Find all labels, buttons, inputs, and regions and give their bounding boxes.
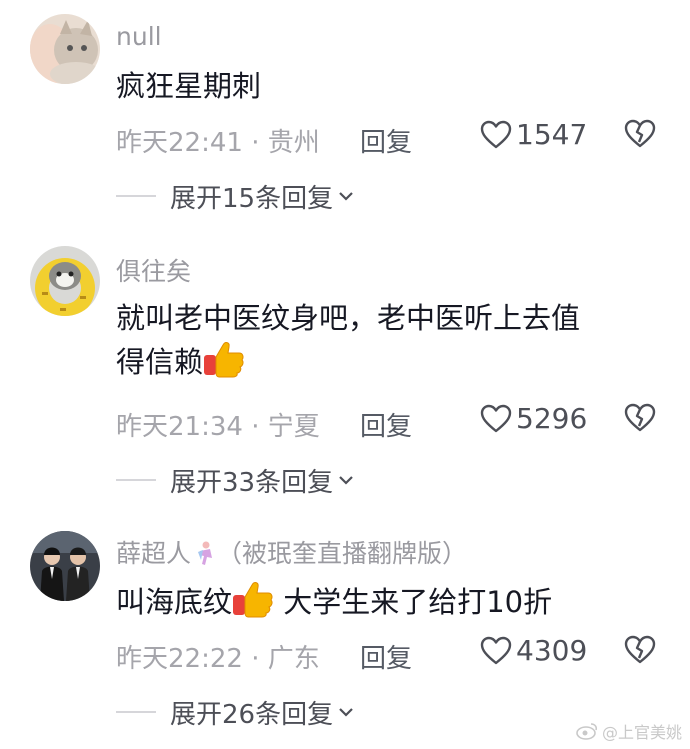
figure-icon bbox=[198, 541, 213, 565]
comment-text-line: 得信赖 bbox=[116, 340, 656, 384]
watermark-text: @上官美姚 bbox=[601, 723, 682, 742]
comment-text: 叫海底纹 大学生来了给打10折 bbox=[116, 580, 656, 624]
expand-replies-button[interactable]: 展开15条回复 bbox=[116, 178, 355, 214]
divider bbox=[116, 195, 156, 197]
reply-button[interactable]: 回复 bbox=[360, 406, 412, 443]
expand-replies-label: 展开33条回复 bbox=[170, 467, 334, 498]
time-location: 昨天22:22 · 广东 bbox=[116, 644, 320, 674]
divider bbox=[116, 479, 156, 481]
like-count: 1547 bbox=[516, 118, 588, 151]
like-button[interactable]: 4309 bbox=[480, 634, 587, 667]
watermark: @上官美姚 bbox=[576, 719, 682, 743]
time-location: 昨天22:41 · 贵州 bbox=[116, 128, 320, 158]
chevron-down-icon bbox=[339, 708, 353, 717]
comment-text-segment: 得信赖 bbox=[116, 345, 204, 379]
comment-meta: 昨天22:22 · 广东 回复 4309 bbox=[116, 634, 660, 674]
avatar[interactable] bbox=[30, 531, 100, 601]
avatar[interactable] bbox=[30, 246, 100, 316]
comment-meta: 昨天21:34 · 宁夏 回复 5296 bbox=[116, 402, 660, 442]
like-button[interactable]: 1547 bbox=[480, 118, 587, 151]
username[interactable]: null bbox=[116, 22, 162, 51]
like-count: 5296 bbox=[516, 402, 588, 435]
username-suffix: （被珉奎直播翻牌版） bbox=[217, 539, 468, 568]
divider bbox=[116, 711, 156, 713]
expand-replies-label: 展开26条回复 bbox=[170, 699, 334, 730]
thumbs-up-emoji bbox=[232, 580, 274, 618]
like-count: 4309 bbox=[516, 634, 588, 667]
comment-text: 就叫老中医纹身吧，老中医听上去值 得信赖 bbox=[116, 296, 656, 384]
time-location: 昨天21:34 · 宁夏 bbox=[116, 412, 320, 442]
reply-button[interactable]: 回复 bbox=[360, 638, 412, 675]
avatar[interactable] bbox=[30, 14, 100, 84]
expand-replies-label: 展开15条回复 bbox=[170, 183, 334, 214]
broken-heart-icon[interactable] bbox=[624, 402, 656, 434]
comment-text-segment: 叫海底纹 bbox=[116, 585, 233, 619]
expand-replies-button[interactable]: 展开33条回复 bbox=[116, 462, 355, 498]
broken-heart-icon[interactable] bbox=[624, 118, 656, 150]
weibo-logo-icon bbox=[576, 723, 598, 740]
comment-text: 疯狂星期刺 bbox=[116, 69, 262, 103]
comment-meta: 昨天22:41 · 贵州 回复 1547 bbox=[116, 118, 660, 158]
expand-replies-button[interactable]: 展开26条回复 bbox=[116, 694, 355, 730]
heart-icon bbox=[480, 404, 512, 432]
chevron-down-icon bbox=[339, 192, 353, 201]
like-button[interactable]: 5296 bbox=[480, 402, 587, 435]
thumbs-up-emoji bbox=[203, 340, 245, 378]
username-line: 薛超人 （被珉奎直播翻牌版） bbox=[116, 534, 467, 570]
heart-icon bbox=[480, 636, 512, 664]
heart-icon bbox=[480, 120, 512, 148]
reply-button[interactable]: 回复 bbox=[360, 122, 412, 159]
username[interactable]: 薛超人 bbox=[116, 539, 191, 568]
broken-heart-icon[interactable] bbox=[624, 634, 656, 666]
comment-text-segment: 大学生来了给打10折 bbox=[274, 585, 553, 619]
comment-text-line: 就叫老中医纹身吧，老中医听上去值 bbox=[116, 301, 581, 335]
username[interactable]: 俱往矣 bbox=[116, 252, 191, 288]
chevron-down-icon bbox=[339, 476, 353, 485]
comment-list: null 疯狂星期刺 昨天22:41 · 贵州 回复 1547 展开15条回复 bbox=[0, 0, 690, 749]
